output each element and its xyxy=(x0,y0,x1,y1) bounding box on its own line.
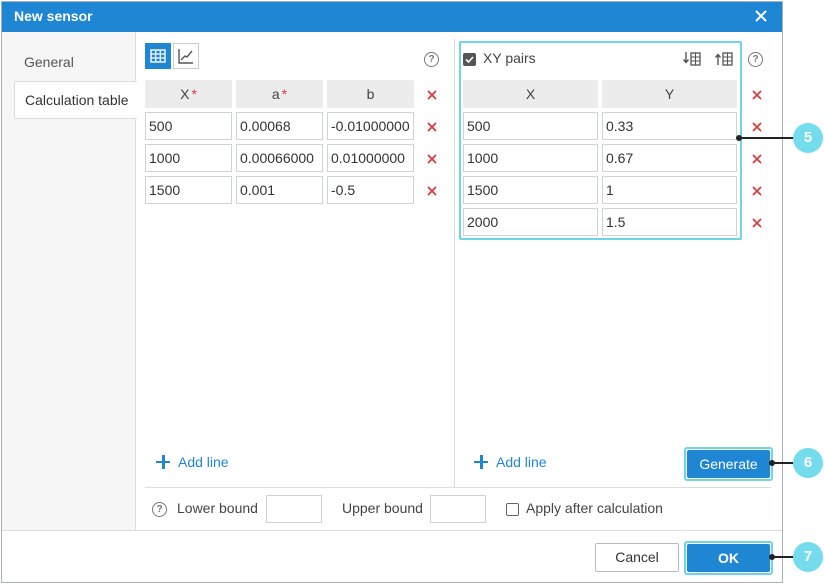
cell-x[interactable]: 2000 xyxy=(463,208,598,236)
delete-row-icon[interactable] xyxy=(751,153,763,165)
callout-connector xyxy=(739,137,795,139)
export-rows-icon[interactable] xyxy=(714,49,734,69)
cell-y[interactable]: 0.33 xyxy=(602,112,737,140)
cell-x[interactable]: 1500 xyxy=(463,176,598,204)
cancel-button[interactable]: Cancel xyxy=(595,543,679,572)
callout-connector xyxy=(772,462,795,464)
column-header-a: a * xyxy=(236,80,323,108)
callout-connector xyxy=(772,556,795,558)
cell-y[interactable]: 1.5 xyxy=(602,208,737,236)
column-header-b: b xyxy=(327,80,414,108)
check-icon xyxy=(465,56,474,64)
dialog-titlebar: New sensor xyxy=(2,2,782,32)
table-icon xyxy=(150,49,166,63)
cell-b[interactable]: -0.01000000 xyxy=(327,112,414,140)
callout-6: 6 xyxy=(793,448,823,478)
cell-x[interactable]: 500 xyxy=(145,112,232,140)
delete-row-icon[interactable] xyxy=(426,185,438,197)
plus-icon xyxy=(156,455,170,469)
upper-bound-label: Upper bound xyxy=(342,500,423,516)
cell-y[interactable]: 1 xyxy=(602,176,737,204)
tab-calculation-table[interactable]: Calculation table xyxy=(14,81,137,119)
column-header-x: X * xyxy=(145,80,232,108)
apply-after-calculation-checkbox[interactable] xyxy=(506,503,519,516)
bounds-divider xyxy=(145,487,771,488)
delete-row-icon[interactable] xyxy=(751,185,763,197)
help-icon[interactable]: ? xyxy=(748,52,763,67)
delete-row-icon[interactable] xyxy=(751,217,763,229)
delete-row-icon[interactable] xyxy=(426,153,438,165)
cell-b[interactable]: -0.5 xyxy=(327,176,414,204)
import-rows-icon[interactable] xyxy=(682,49,702,69)
xy-pairs-label: XY pairs xyxy=(483,50,536,66)
tab-general[interactable]: General xyxy=(14,44,137,82)
lower-bound-label: Lower bound xyxy=(177,500,258,516)
column-header-x: X xyxy=(463,80,598,108)
xy-pairs-checkbox[interactable] xyxy=(463,53,476,66)
ok-button[interactable]: OK xyxy=(687,544,770,572)
cell-x[interactable]: 1000 xyxy=(145,144,232,172)
lower-bound-input[interactable] xyxy=(266,495,322,523)
cell-x[interactable]: 1500 xyxy=(145,176,232,204)
chart-view-button[interactable] xyxy=(173,43,199,69)
callout-7: 7 xyxy=(793,542,823,572)
pane-divider xyxy=(454,39,455,488)
help-icon[interactable]: ? xyxy=(424,52,439,67)
cell-a[interactable]: 0.00066000 xyxy=(236,144,323,172)
delete-all-rows-icon[interactable] xyxy=(751,89,763,101)
cell-b[interactable]: 0.01000000 xyxy=(327,144,414,172)
cell-x[interactable]: 500 xyxy=(463,112,598,140)
add-line-left[interactable]: Add line xyxy=(156,454,229,474)
generate-button[interactable]: Generate xyxy=(687,450,770,478)
new-sensor-dialog: New sensor General Calculation table ? X… xyxy=(1,1,783,583)
apply-after-calculation-label: Apply after calculation xyxy=(526,500,663,516)
cell-y[interactable]: 0.67 xyxy=(602,144,737,172)
column-header-y: Y xyxy=(602,80,737,108)
table-view-button[interactable] xyxy=(145,43,171,69)
footer-divider xyxy=(2,530,782,531)
chart-icon xyxy=(178,49,193,64)
close-icon[interactable] xyxy=(752,7,770,25)
plus-icon xyxy=(474,455,488,469)
add-line-right[interactable]: Add line xyxy=(474,454,547,474)
tab-general-label: General xyxy=(24,54,74,70)
upper-bound-input[interactable] xyxy=(430,495,486,523)
tab-calculation-table-label: Calculation table xyxy=(25,92,129,108)
cell-x[interactable]: 1000 xyxy=(463,144,598,172)
delete-row-icon[interactable] xyxy=(751,121,763,133)
delete-all-rows-icon[interactable] xyxy=(426,89,438,101)
dialog-title: New sensor xyxy=(14,8,93,24)
callout-5: 5 xyxy=(793,123,823,153)
cell-a[interactable]: 0.001 xyxy=(236,176,323,204)
help-icon[interactable]: ? xyxy=(152,502,167,517)
tab-sidebar: General Calculation table xyxy=(2,32,137,530)
cell-a[interactable]: 0.00068 xyxy=(236,112,323,140)
delete-row-icon[interactable] xyxy=(426,121,438,133)
